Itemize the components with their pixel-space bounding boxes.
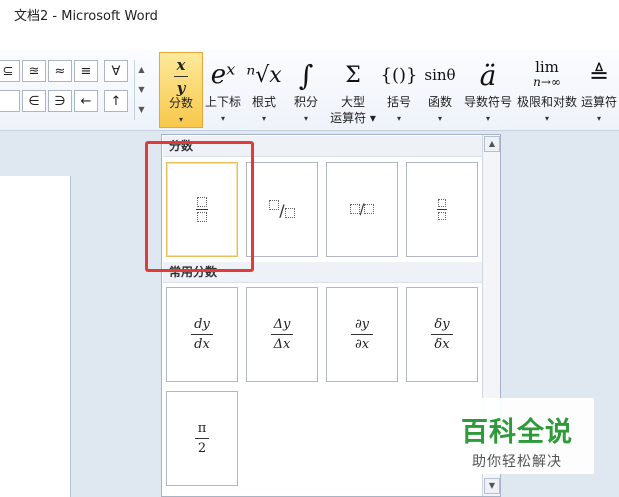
fraction-delta-y-delta-x-tile[interactable]: Δy Δx — [246, 287, 318, 382]
bracket-label: 括号 — [386, 95, 411, 109]
fraction-pi-over-2-tile[interactable]: π2 — [166, 391, 238, 486]
bracket-button[interactable]: {()} 括号 ▾ — [379, 52, 419, 128]
scroll-up-icon[interactable]: ▲ — [484, 136, 500, 152]
chevron-down-icon: ▾ — [596, 114, 601, 123]
fraction-icon: xy — [160, 56, 202, 97]
symbol-approx[interactable]: ≈ — [48, 60, 72, 82]
symbol-approx-equal[interactable]: ≊ — [22, 60, 46, 82]
chevron-down-icon: ▾ — [261, 114, 266, 123]
chevron-down-icon: ▾ — [485, 114, 490, 123]
scroll-down-icon[interactable]: ▼ — [135, 80, 148, 100]
highlight-annotation — [145, 141, 254, 272]
chevron-down-icon: ▾ — [303, 114, 308, 123]
watermark: 百科全说 助你轻松解决 — [440, 398, 594, 474]
fraction-small-delta-tile[interactable]: δy δx — [406, 287, 478, 382]
fraction-dy-dx-tile[interactable]: dy dx — [166, 287, 238, 382]
watermark-sub: 助你轻松解决 — [472, 454, 562, 470]
radical-button[interactable]: ⁿ√x 根式 ▾ — [243, 52, 285, 128]
fraction-label: 分数 — [168, 96, 193, 110]
symbol-gallery: ⊆ ≊ ≈ ≡ ∀ ∈ ∋ ← ↑ — [0, 58, 150, 120]
chevron-down-icon: ▾ — [396, 114, 401, 123]
symbol-up-arrow[interactable]: ↑ — [104, 90, 128, 112]
large-operator-button[interactable]: Σ 大型 运算符 ▾ — [327, 52, 379, 128]
symbol-left-arrow[interactable]: ← — [74, 90, 98, 112]
scroll-down-icon[interactable]: ▼ — [484, 478, 500, 494]
symbol-contains[interactable]: ∋ — [48, 90, 72, 112]
radical-label: 根式 — [251, 95, 276, 109]
fraction-partial-tile[interactable]: ∂y ∂x — [326, 287, 398, 382]
symbol-blank[interactable] — [0, 90, 20, 112]
symbol-subseteq[interactable]: ⊆ — [0, 60, 20, 82]
script-button[interactable]: eˣ 上下标 ▾ — [203, 52, 243, 128]
symbol-identical[interactable]: ≡ — [74, 60, 98, 82]
limit-icon: lim n→∞ — [533, 58, 561, 90]
chevron-down-icon: ▾ — [544, 114, 549, 123]
chevron-down-icon: ▾ — [220, 114, 225, 123]
chevron-down-icon: ▾ — [437, 114, 442, 123]
accent-label: 导数符号 — [463, 95, 512, 109]
integral-button[interactable]: ∫ 积分 ▾ — [285, 52, 327, 128]
radical-icon: ⁿ√x — [246, 62, 282, 88]
accent-icon: ä — [479, 58, 497, 92]
fraction-skewed-tile[interactable]: / — [246, 162, 318, 257]
integral-label: 积分 — [293, 95, 318, 109]
watermark-main: 百科全说 — [461, 417, 573, 448]
chevron-down-icon: ▾ — [178, 115, 183, 124]
large-operator-label-2: 运算符 ▾ — [330, 111, 376, 125]
summation-icon: Σ — [345, 62, 361, 88]
title-bar: 文档2 - Microsoft Word — [0, 0, 619, 26]
function-label: 函数 — [427, 95, 452, 109]
symbol-element-of[interactable]: ∈ — [22, 90, 46, 112]
fraction-button[interactable]: xy 分数 ▾ — [159, 52, 203, 128]
integral-icon: ∫ — [298, 58, 314, 92]
window-title: 文档2 - Microsoft Word — [14, 9, 158, 24]
script-label: 上下标 — [204, 95, 241, 109]
limit-log-label: 极限和对数 — [516, 95, 577, 109]
large-operator-label: 大型 — [340, 95, 365, 109]
operator-button[interactable]: ≜ 运算符 ▾ — [579, 52, 619, 128]
accent-button[interactable]: ä 导数符号 ▾ — [461, 52, 515, 128]
fraction-linear-tile[interactable]: / — [326, 162, 398, 257]
limit-log-button[interactable]: lim n→∞ 极限和对数 ▾ — [515, 52, 579, 128]
fraction-small-tile[interactable] — [406, 162, 478, 257]
symbol-for-all[interactable]: ∀ — [104, 60, 128, 82]
operator-icon: ≜ — [588, 61, 610, 89]
scroll-up-icon[interactable]: ▲ — [135, 60, 148, 80]
bracket-icon: {()} — [380, 64, 418, 86]
function-icon: sinθ — [424, 66, 456, 84]
operator-label: 运算符 — [580, 95, 617, 109]
symbol-gallery-scroll[interactable]: ▲ ▼ ▼ — [134, 60, 148, 120]
document-page[interactable] — [0, 176, 71, 497]
script-icon: eˣ — [210, 60, 236, 90]
more-icon[interactable]: ▼ — [135, 100, 148, 120]
function-button[interactable]: sinθ 函数 ▾ — [419, 52, 461, 128]
